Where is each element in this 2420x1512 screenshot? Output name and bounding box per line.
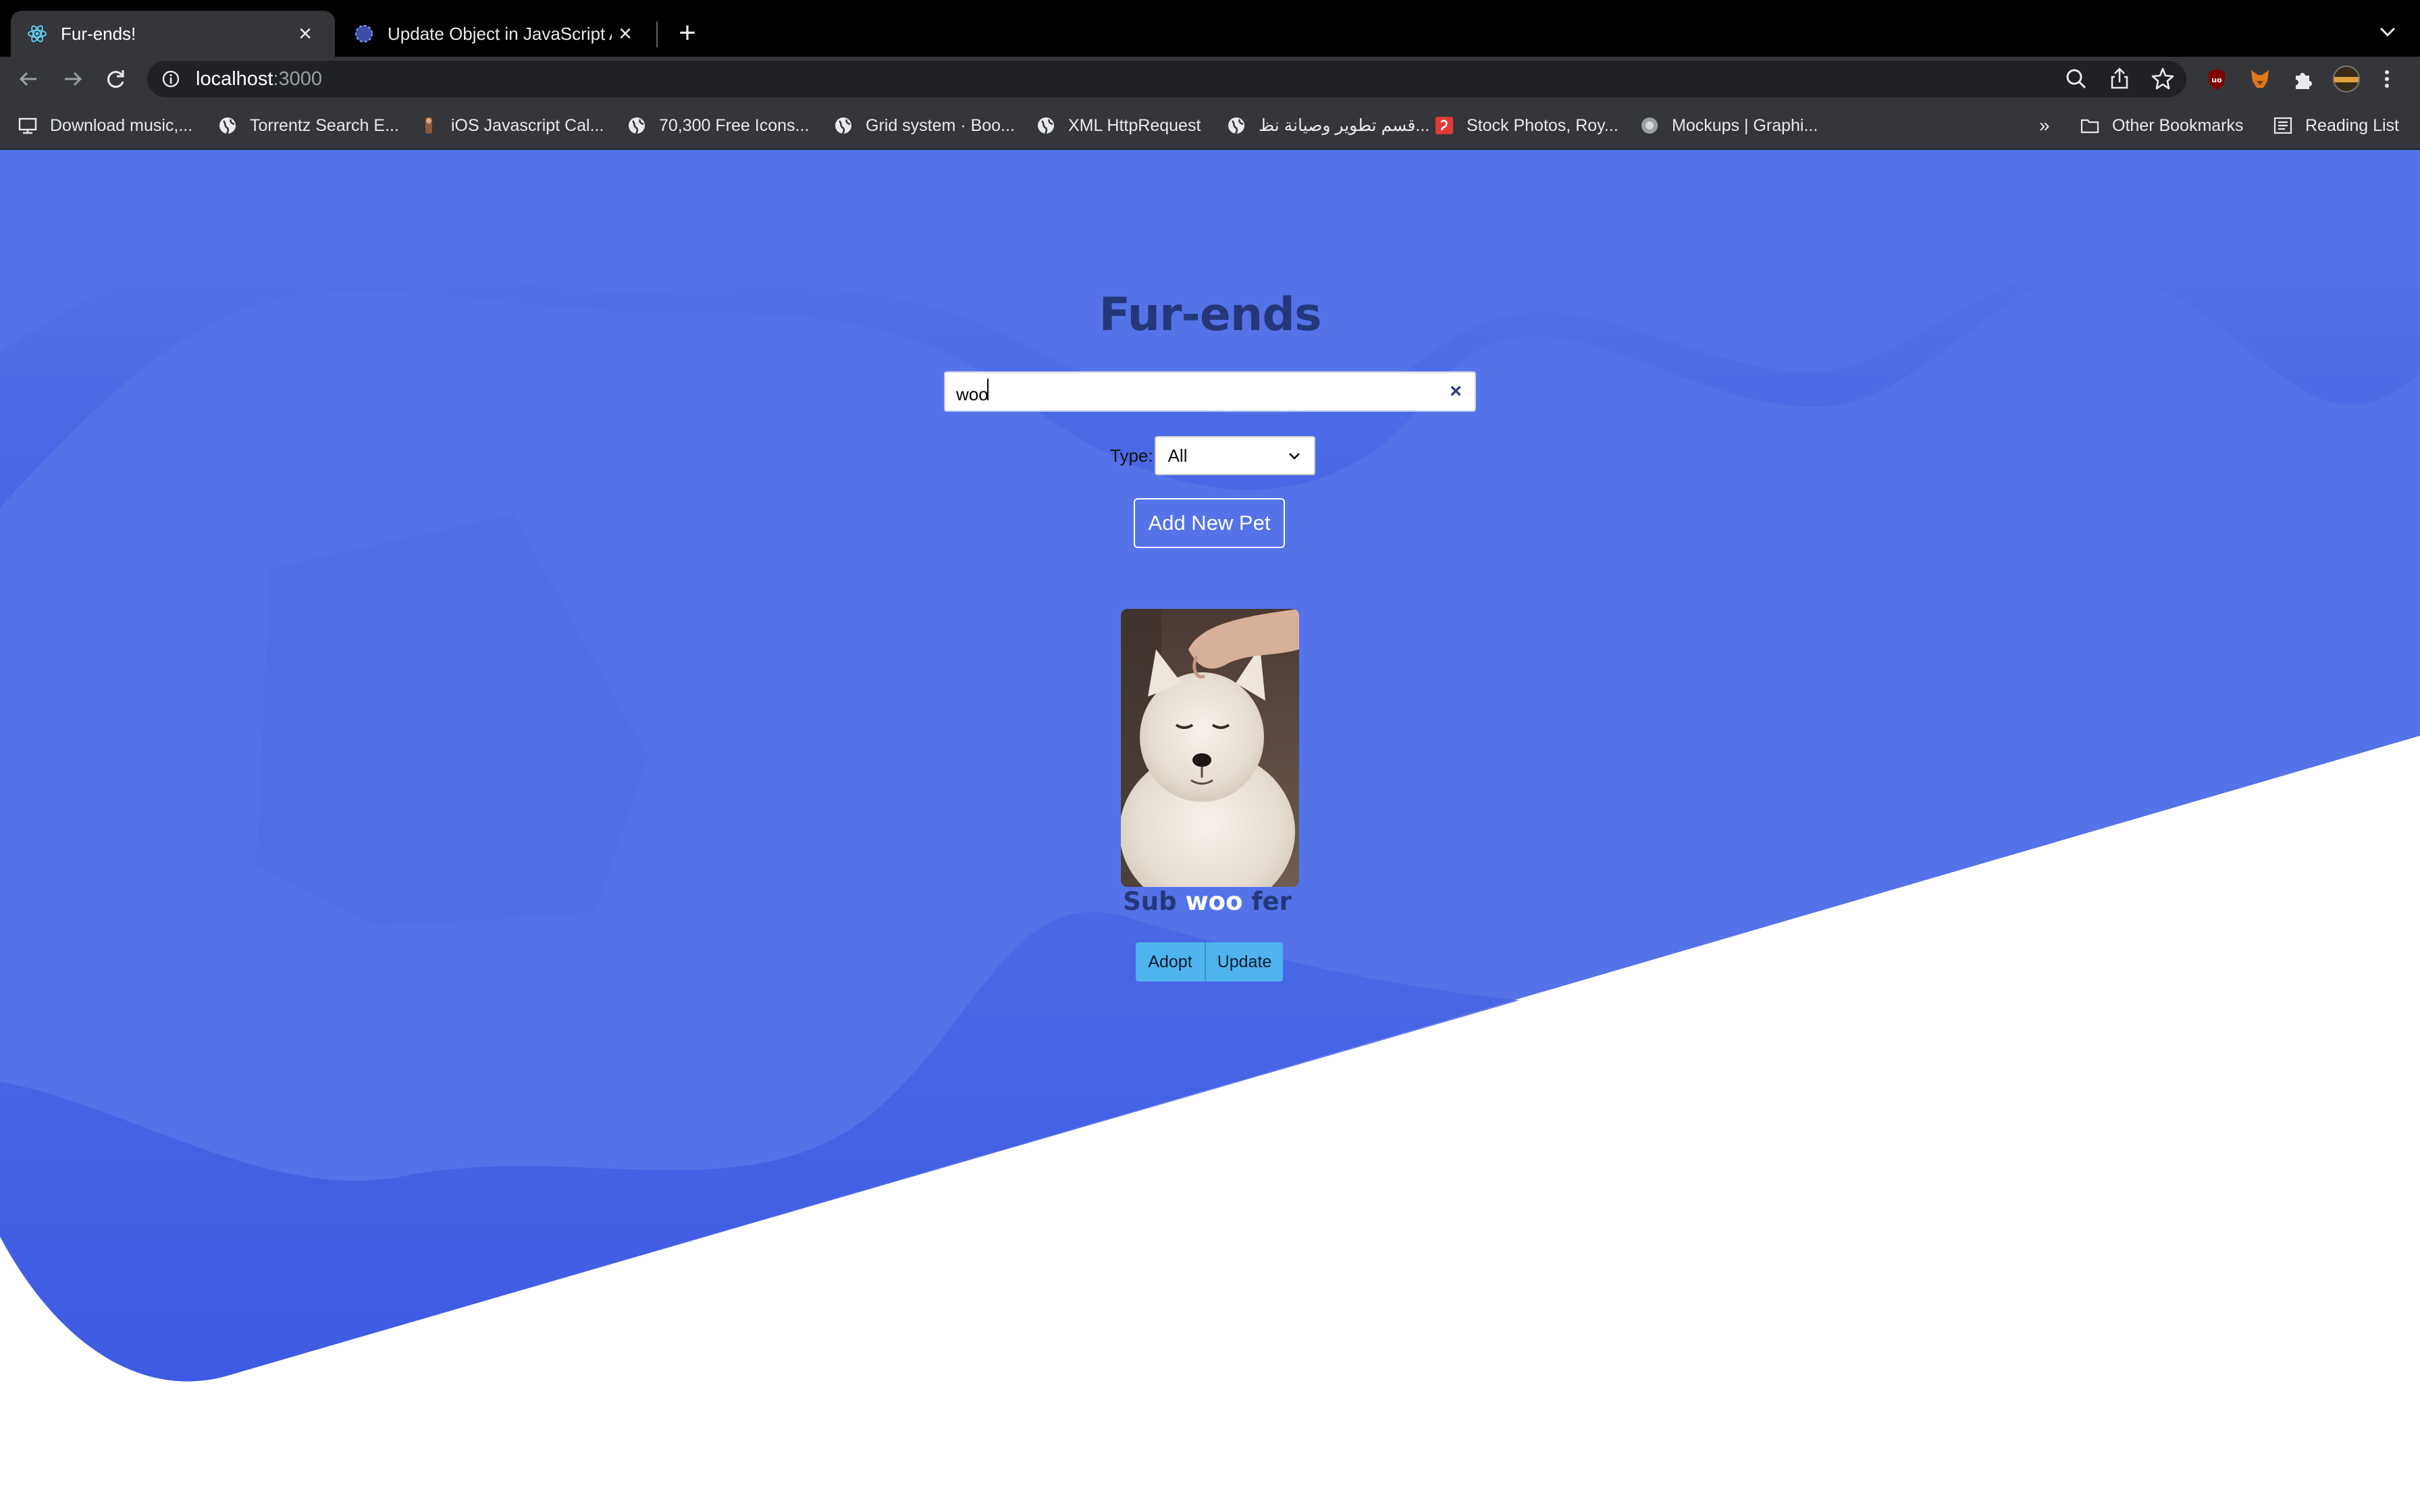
reading-list[interactable]: Reading List [2273, 112, 2399, 139]
bookmark-xml-httprequest[interactable]: XML HttpRequest [1036, 112, 1201, 139]
bookmarks-bar: Download music,... Torrentz Search E... … [0, 101, 2420, 150]
browser-toolbar: localhost:3000 uo [0, 57, 2420, 101]
bookmark-free-icons[interactable]: 70,300 Free Icons... [627, 112, 809, 139]
bookmark-label: 70,300 Free Icons... [659, 115, 810, 135]
bookmark-mockups[interactable]: Mockups | Graphi... [1639, 112, 1818, 139]
forward-arrow-icon[interactable] [55, 62, 89, 96]
adopt-button[interactable]: Adopt [1136, 942, 1206, 981]
ublock-icon[interactable]: uo [2203, 65, 2231, 93]
metamask-fox-icon[interactable] [2246, 65, 2274, 93]
tab-title: Update Object in JavaScript Ar [388, 23, 612, 44]
pet-name-prefix: Sub [1123, 887, 1186, 916]
screen-icon [18, 117, 37, 134]
pet-card: Sub woo fer [1121, 609, 1299, 916]
bookmark-label: قسم تطوير وصيانة نظ... [1259, 116, 1430, 135]
globe-icon [629, 117, 645, 134]
chevron-down-icon [1288, 453, 1300, 460]
globe-icon [355, 25, 373, 43]
tab-strip: Fur-ends! × Update Object in JavaScript … [0, 0, 2420, 57]
bookmark-stock-photos[interactable]: Stock Photos, Roy... [1434, 112, 1619, 139]
add-new-pet-button[interactable]: Add New Pet [1134, 498, 1285, 548]
close-icon[interactable]: × [292, 21, 319, 47]
type-filter: Type: All [1110, 436, 1315, 475]
search-input-container[interactable]: woo × [944, 371, 1476, 412]
bookmark-label: Stock Photos, Roy... [1467, 115, 1619, 135]
other-bookmarks[interactable]: Other Bookmarks [2080, 112, 2244, 139]
back-arrow-icon[interactable] [12, 62, 46, 96]
bookmark-label: XML HttpRequest [1068, 115, 1201, 135]
bookmark-label: Mockups | Graphi... [1672, 115, 1818, 135]
search-input-value: woo [956, 383, 989, 404]
new-tab-button[interactable]: + [673, 15, 702, 51]
pet-name: Sub woo fer [1118, 887, 1296, 916]
folder-icon [2080, 119, 2099, 134]
bookmark-label: Grid system · Boo... [866, 115, 1015, 135]
person-icon [425, 117, 432, 134]
type-select-value: All [1167, 445, 1188, 466]
tab-fur-ends[interactable]: Fur-ends! × [11, 11, 335, 57]
type-select[interactable]: All [1154, 436, 1315, 475]
react-icon [28, 25, 47, 43]
zoom-icon[interactable] [2062, 65, 2090, 93]
page-content: Fur-ends woo × Type: All Add New Pet Sub… [0, 150, 2420, 1512]
menu-kebab-icon[interactable] [2377, 65, 2397, 93]
share-icon[interactable] [2105, 65, 2134, 93]
close-icon[interactable]: × [612, 21, 639, 47]
bookmark-star-icon[interactable] [2149, 65, 2177, 93]
other-bookmarks-label: Other Bookmarks [2112, 115, 2244, 135]
bookmark-torrentz[interactable]: Torrentz Search E... [217, 112, 399, 139]
tab-divider [656, 22, 658, 47]
globe-icon [219, 117, 236, 134]
pet-name-highlight: woo [1185, 887, 1243, 916]
circle-icon [1641, 117, 1658, 134]
stock-icon [1436, 117, 1453, 134]
page-title: Fur-ends [1099, 288, 1322, 342]
text-caret [987, 378, 989, 400]
pet-actions: Adopt Update [1136, 942, 1283, 981]
url-port: :3000 [273, 68, 323, 90]
search-input[interactable]: woo [956, 378, 1437, 405]
pet-photo-samoyed [1121, 609, 1299, 887]
bookmark-download-music[interactable]: Download music,... [18, 112, 192, 139]
bookmark-label: Download music,... [50, 115, 193, 135]
globe-icon [835, 117, 851, 134]
reading-list-icon [2273, 117, 2292, 134]
pet-name-suffix: fer [1242, 887, 1292, 916]
type-filter-label: Type: [1110, 445, 1153, 466]
extensions-puzzle-icon[interactable] [2289, 65, 2317, 93]
reading-list-label: Reading List [2305, 115, 2399, 135]
bookmark-label: Torrentz Search E... [250, 115, 399, 135]
profile-avatar-icon[interactable] [2332, 65, 2361, 93]
bookmark-grid-system[interactable]: Grid system · Boo... [833, 112, 1015, 139]
globe-icon [1038, 117, 1054, 134]
bookmark-arabic[interactable]: قسم تطوير وصيانة نظ... [1226, 112, 1429, 139]
info-icon[interactable] [161, 69, 181, 89]
bookmark-label: iOS Javascript Cal... [451, 115, 604, 135]
bookmark-ios-javascript[interactable]: iOS Javascript Cal... [419, 112, 604, 139]
tab-search-chevron-icon[interactable] [2373, 16, 2402, 49]
clear-search-button[interactable]: × [1437, 380, 1475, 403]
address-bar[interactable]: localhost:3000 [147, 61, 2186, 97]
bookmarks-overflow-button[interactable]: » [2039, 112, 2050, 139]
tab-update-object[interactable]: Update Object in JavaScript Ar × [338, 11, 655, 57]
svg-text:uo: uo [2211, 76, 2222, 84]
globe-icon [1228, 117, 1244, 134]
tab-title: Fur-ends! [61, 23, 136, 44]
update-button[interactable]: Update [1206, 942, 1283, 981]
reload-icon[interactable] [99, 62, 132, 96]
url-host: localhost [196, 68, 273, 90]
